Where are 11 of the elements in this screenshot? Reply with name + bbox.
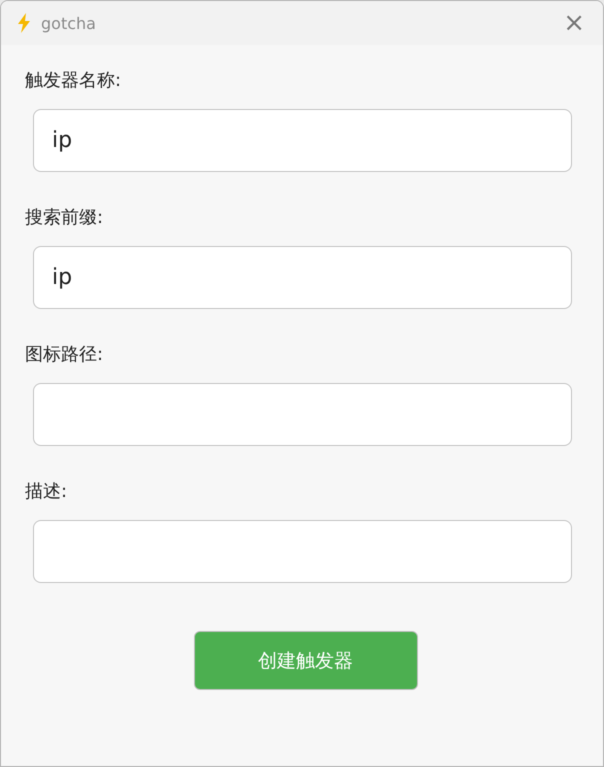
input-field[interactable]: ip [33, 246, 572, 309]
field-label: 图标路径: [25, 343, 104, 367]
input-field[interactable] [33, 383, 572, 446]
close-button[interactable]: × [559, 10, 589, 36]
input-field[interactable]: ip [33, 109, 572, 172]
field-label: 描述: [25, 480, 68, 504]
lightning-icon [17, 13, 31, 33]
input-field[interactable] [33, 520, 572, 583]
field-label: 触发器名称: [25, 69, 122, 93]
window-title: gotcha [41, 14, 97, 32]
field-label: 搜索前缀: [25, 206, 104, 230]
